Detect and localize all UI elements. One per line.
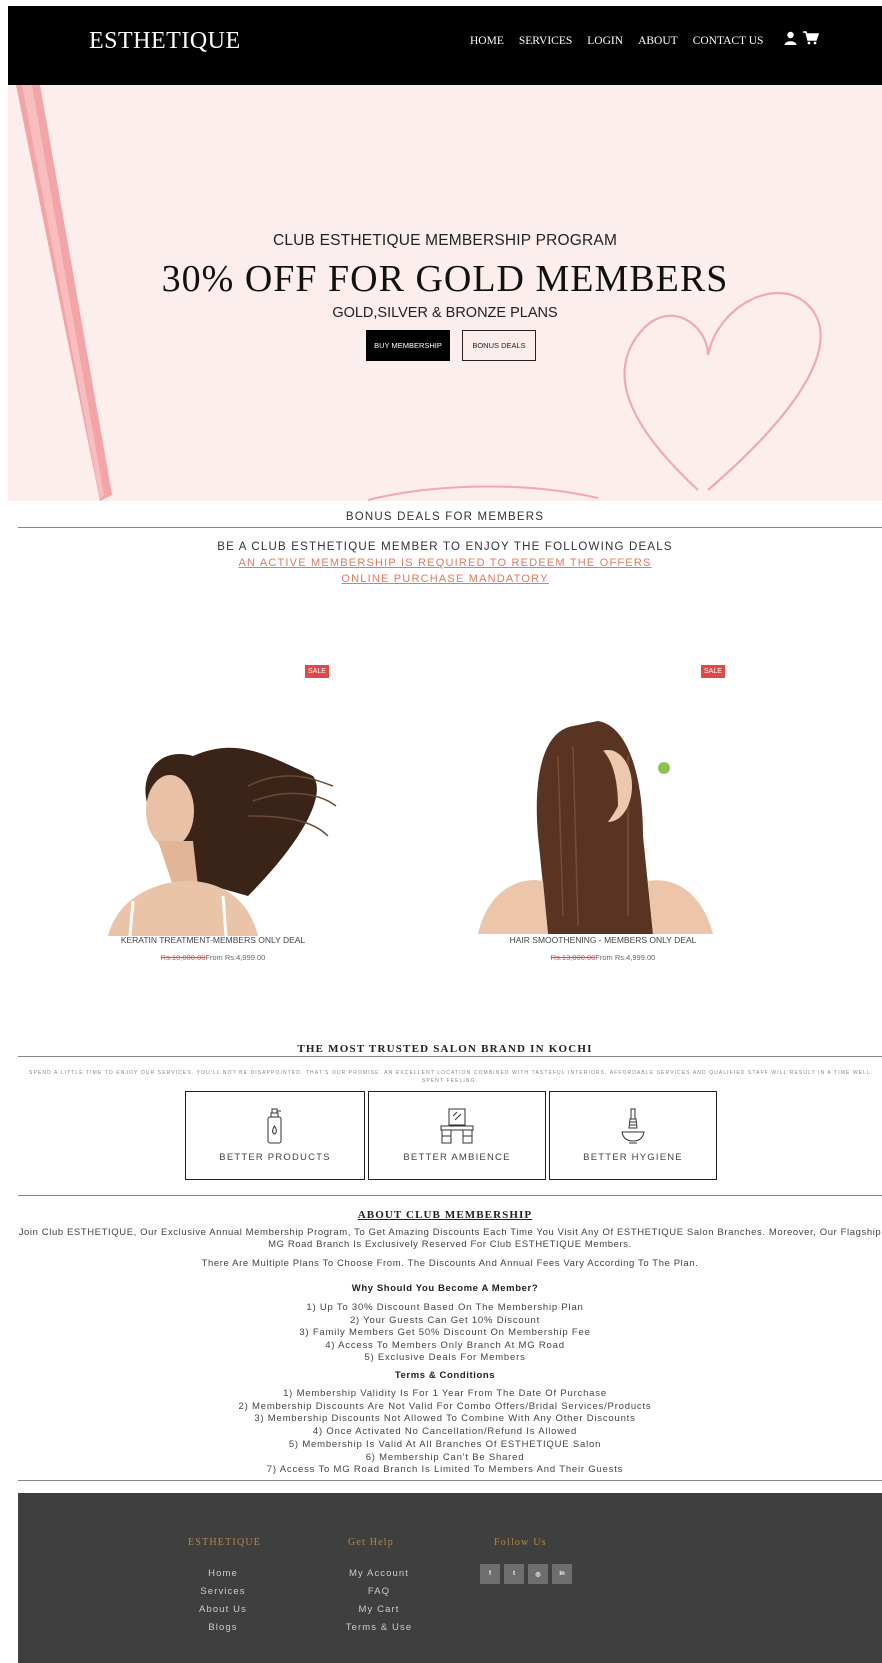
bonus-title: BONUS DEALS FOR MEMBERS bbox=[345, 511, 545, 523]
old-price: Rs.10,000.00 bbox=[160, 953, 206, 962]
trusted-description: SPEND A LITTLE TIME TO ENJOY OUR SERVICE… bbox=[29, 1070, 871, 1084]
about-title: ABOUT CLUB MEMBERSHIP bbox=[357, 1209, 533, 1221]
footer-link-account[interactable]: My Account bbox=[324, 1568, 434, 1579]
footer-link-cart[interactable]: My Cart bbox=[324, 1604, 434, 1615]
brush-bowl-icon bbox=[621, 1108, 645, 1144]
hero-title: 30% OFF FOR GOLD MEMBERS bbox=[161, 258, 729, 300]
footer-link-terms[interactable]: Terms & Use bbox=[324, 1622, 434, 1633]
feature-label: BETTER PRODUCTS bbox=[219, 1152, 331, 1163]
bottle-icon bbox=[267, 1108, 282, 1144]
old-price: Rs.13,000.00 bbox=[550, 953, 596, 962]
sale-price: From Rs.4,999.00 bbox=[205, 953, 266, 962]
sale-badge: SALE bbox=[701, 665, 725, 678]
product-image-smoothening[interactable] bbox=[478, 716, 718, 934]
hero-subtitle: CLUB ESTHETIQUE MEMBERSHIP PROGRAM bbox=[272, 232, 618, 249]
terms-item: 6) Membership Can't Be Shared bbox=[365, 1452, 525, 1463]
nav-about[interactable]: ABOUT bbox=[638, 35, 678, 47]
about-paragraph: Join Club ESTHETIQUE, Our Exclusive Annu… bbox=[18, 1227, 882, 1250]
header-icons bbox=[784, 31, 819, 45]
footer-link-home[interactable]: Home bbox=[168, 1568, 278, 1579]
terms-item: 1) Membership Validity Is For 1 Year Fro… bbox=[283, 1388, 607, 1399]
nav-contact[interactable]: CONTACT US bbox=[693, 35, 764, 47]
nav-home[interactable]: HOME bbox=[470, 35, 504, 47]
why-item: 2) Your Guests Can Get 10% Discount bbox=[349, 1315, 541, 1326]
vanity-icon bbox=[440, 1108, 474, 1144]
twitter-icon[interactable]: t bbox=[504, 1564, 524, 1584]
trusted-title: THE MOST TRUSTED SALON BRAND IN KOCHI bbox=[297, 1043, 593, 1055]
linkedin-icon[interactable]: in bbox=[552, 1564, 572, 1584]
product-image-keratin[interactable] bbox=[98, 726, 338, 936]
terms-item: 2) Membership Discounts Are Not Valid Fo… bbox=[238, 1401, 652, 1412]
product-price: Rs.10,000.00From Rs.4,999.00 bbox=[88, 953, 338, 962]
divider bbox=[18, 1480, 882, 1481]
facebook-icon[interactable]: f bbox=[480, 1564, 500, 1584]
terms-item: 7) Access To MG Road Branch Is Limited T… bbox=[266, 1464, 624, 1475]
footer-link-faq[interactable]: FAQ bbox=[324, 1586, 434, 1597]
cart-icon[interactable] bbox=[803, 31, 819, 45]
feature-hygiene: BETTER HYGIENE bbox=[549, 1091, 717, 1180]
divider bbox=[18, 1195, 882, 1196]
terms-item: 5) Membership Is Valid At All Branches O… bbox=[288, 1439, 602, 1450]
why-item: 1) Up To 30% Discount Based On The Membe… bbox=[306, 1302, 584, 1313]
nav-login[interactable]: LOGIN bbox=[587, 35, 623, 47]
hero-banner: CLUB ESTHETIQUE MEMBERSHIP PROGRAM 30% O… bbox=[8, 85, 882, 501]
footer-follow-heading: Follow Us bbox=[494, 1537, 547, 1548]
why-title: Why Should You Become A Member? bbox=[351, 1283, 539, 1294]
terms-title: Terms & Conditions bbox=[394, 1370, 496, 1381]
site-header: ESTHETIQUE HOME SERVICES LOGIN ABOUT CON… bbox=[8, 6, 882, 85]
hero-plans: GOLD,SILVER & BRONZE PLANS bbox=[332, 305, 558, 321]
sale-badge: SALE bbox=[305, 665, 329, 678]
feature-label: BETTER HYGIENE bbox=[583, 1152, 683, 1163]
instagram-icon[interactable]: ◎ bbox=[528, 1564, 548, 1584]
sale-price: From Rs.4,999.00 bbox=[595, 953, 656, 962]
product-name[interactable]: KERATIN TREATMENT-MEMBERS ONLY DEAL bbox=[88, 935, 338, 945]
site-logo[interactable]: ESTHETIQUE bbox=[89, 28, 241, 55]
why-item: 5) Exclusive Deals For Members bbox=[364, 1352, 526, 1363]
nav-services[interactable]: SERVICES bbox=[519, 35, 572, 47]
footer-brand-heading: ESTHETIQUE bbox=[188, 1537, 262, 1548]
footer-help-heading: Get Help bbox=[348, 1537, 394, 1548]
bonus-online-link[interactable]: ONLINE PURCHASE MANDATORY bbox=[8, 573, 882, 585]
product-price: Rs.13,000.00From Rs.4,999.00 bbox=[478, 953, 728, 962]
divider bbox=[18, 527, 882, 528]
hero-buttons: BUY MEMBERSHIP BONUS DEALS bbox=[366, 330, 536, 361]
about-plans: There Are Multiple Plans To Choose From.… bbox=[201, 1258, 699, 1269]
page: ESTHETIQUE HOME SERVICES LOGIN ABOUT CON… bbox=[8, 6, 882, 1663]
bonus-deals-button[interactable]: BONUS DEALS bbox=[462, 330, 536, 361]
why-item: 4) Access To Members Only Branch At MG R… bbox=[325, 1340, 565, 1351]
footer-link-services[interactable]: Services bbox=[168, 1586, 278, 1597]
buy-membership-button[interactable]: BUY MEMBERSHIP bbox=[366, 330, 450, 361]
terms-item: 3) Membership Discounts Not Allowed To C… bbox=[254, 1413, 636, 1424]
main-nav: HOME SERVICES LOGIN ABOUT CONTACT US bbox=[470, 35, 778, 47]
user-icon[interactable] bbox=[784, 31, 797, 45]
product-name[interactable]: HAIR SMOOTHENING - MEMBERS ONLY DEAL bbox=[478, 935, 728, 945]
feature-ambience: BETTER AMBIENCE bbox=[368, 1091, 546, 1180]
terms-item: 4) Once Activated No Cancellation/Refund… bbox=[312, 1426, 578, 1437]
footer-link-about[interactable]: About Us bbox=[168, 1604, 278, 1615]
feature-label: BETTER AMBIENCE bbox=[403, 1152, 511, 1163]
bonus-requirement-link[interactable]: AN ACTIVE MEMBERSHIP IS REQUIRED TO REDE… bbox=[8, 557, 882, 569]
bonus-intro: BE A CLUB ESTHETIQUE MEMBER TO ENJOY THE… bbox=[217, 541, 673, 553]
hero-curve bbox=[368, 485, 599, 501]
footer-link-blogs[interactable]: Blogs bbox=[168, 1622, 278, 1633]
site-footer: ESTHETIQUE Home Services About Us Blogs … bbox=[18, 1493, 882, 1663]
why-item: 3) Family Members Get 50% Discount On Me… bbox=[299, 1327, 591, 1338]
divider bbox=[18, 1056, 882, 1057]
feature-products: BETTER PRODUCTS bbox=[185, 1091, 365, 1180]
